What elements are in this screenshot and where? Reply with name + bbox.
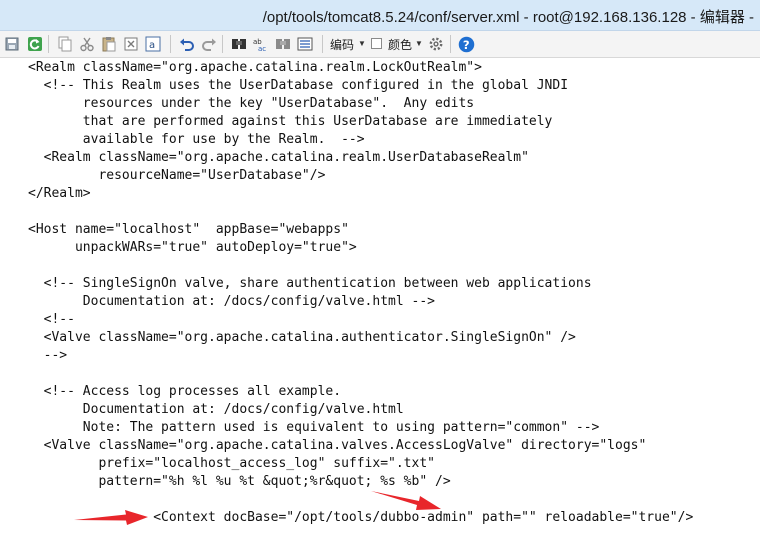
cut-icon[interactable] <box>78 35 96 53</box>
annotation-arrow-icon <box>371 491 441 510</box>
color-checkbox[interactable] <box>371 38 382 49</box>
toolbar-divider <box>450 35 451 53</box>
find-icon[interactable] <box>230 35 248 53</box>
code-line: <!-- Access log processes all example. <box>28 384 342 399</box>
paste-icon[interactable] <box>100 35 118 53</box>
replace-icon[interactable]: ab ac <box>252 35 270 53</box>
chevron-down-icon[interactable]: ▼ <box>358 39 366 48</box>
color-menu[interactable]: 颜色 <box>388 36 412 53</box>
find-next-icon[interactable] <box>274 35 292 53</box>
svg-text:?: ? <box>462 38 469 52</box>
copy-icon[interactable] <box>56 35 74 53</box>
code-line: <Realm className="org.apache.catalina.re… <box>28 60 482 75</box>
code-editor[interactable]: <Realm className="org.apache.catalina.re… <box>0 58 760 543</box>
code-line: available for use by the Realm. --> <box>28 132 365 147</box>
help-icon[interactable]: ? <box>457 35 475 53</box>
toolbar-divider <box>48 35 49 53</box>
code-line: resourceName="UserDatabase"/> <box>28 168 326 183</box>
settings-icon[interactable] <box>427 35 445 53</box>
code-line: <!-- <box>28 312 75 327</box>
close-file-icon[interactable] <box>122 35 140 53</box>
code-line: that are performed against this UserData… <box>28 114 553 129</box>
refresh-icon[interactable] <box>26 35 44 53</box>
code-line: Note: The pattern used is equivalent to … <box>28 420 600 435</box>
code-line: <Valve className="org.apache.catalina.au… <box>28 330 576 345</box>
code-text: <Realm className="org.apache.catalina.re… <box>28 59 693 527</box>
toolbar-divider <box>170 35 171 53</box>
save-all-icon[interactable] <box>4 35 22 53</box>
code-line: <Valve className="org.apache.catalina.va… <box>28 438 647 453</box>
svg-text:ac: ac <box>258 45 266 52</box>
svg-text:a: a <box>149 40 155 51</box>
code-line: <!-- This Realm uses the UserDatabase co… <box>28 78 569 93</box>
annotation-arrow-icon <box>74 510 148 525</box>
code-line: <Host name="localhost" appBase="webapps" <box>28 222 349 237</box>
title-bar: /opt/tools/tomcat8.5.24/conf/server.xml … <box>0 0 760 31</box>
code-line: <Realm className="org.apache.catalina.re… <box>28 150 529 165</box>
chevron-down-icon[interactable]: ▼ <box>415 39 423 48</box>
redo-icon[interactable] <box>200 35 218 53</box>
goto-line-icon[interactable] <box>296 35 314 53</box>
encoding-menu[interactable]: 编码 <box>330 36 354 53</box>
text-format-icon[interactable]: a <box>144 35 162 53</box>
code-line: pattern="%h %l %u %t &quot;%r&quot; %s %… <box>28 474 451 489</box>
code-line: Documentation at: /docs/config/valve.htm… <box>28 402 404 417</box>
code-line: resources under the key "UserDatabase". … <box>28 96 475 111</box>
toolbar: a ab ac 编码 ▼ 颜色 ▼ ? <box>0 31 760 58</box>
code-line: --> <box>28 348 68 363</box>
code-line: unpackWARs="true" autoDeploy="true"> <box>28 240 357 255</box>
toolbar-divider <box>322 35 323 53</box>
window-title: /opt/tools/tomcat8.5.24/conf/server.xml … <box>262 9 754 26</box>
code-line: </Realm> <box>28 186 91 201</box>
code-line: prefix="localhost_access_log" suffix=".t… <box>28 456 435 471</box>
code-line: Documentation at: /docs/config/valve.htm… <box>28 294 435 309</box>
toolbar-divider <box>222 35 223 53</box>
code-line: <!-- SingleSignOn valve, share authentic… <box>28 276 592 291</box>
undo-icon[interactable] <box>178 35 196 53</box>
